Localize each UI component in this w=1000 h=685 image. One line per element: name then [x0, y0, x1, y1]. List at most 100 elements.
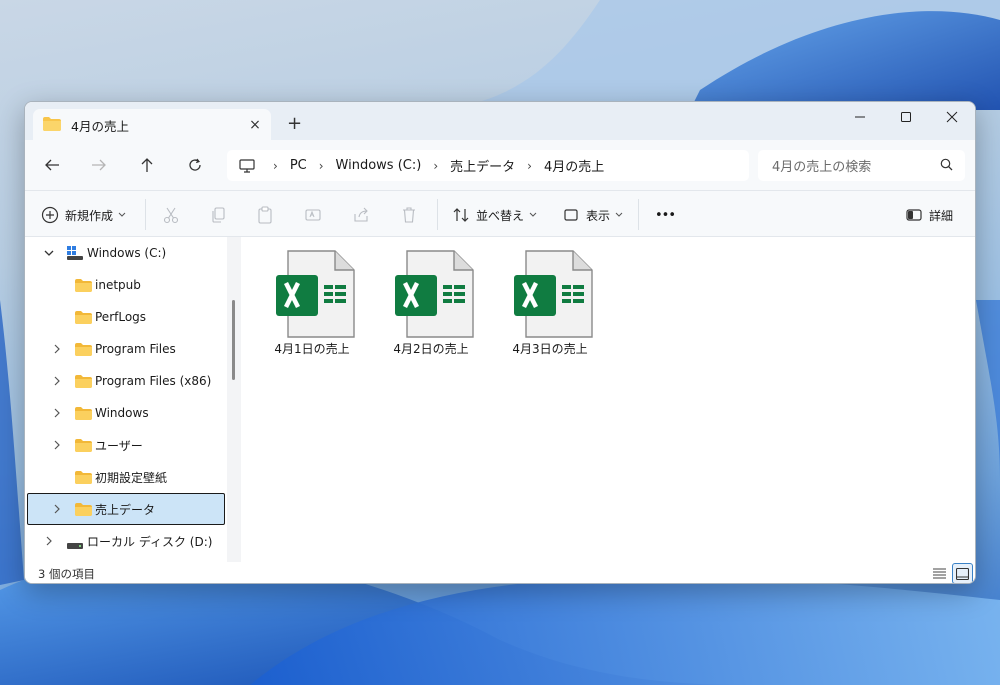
tree-item-default-wallpaper[interactable]: 初期設定壁紙 [27, 461, 225, 493]
file-item[interactable]: 4月2日の売上 [375, 247, 487, 362]
search-input[interactable]: 4月の売上の検索 [758, 150, 965, 181]
tree-item-sales-data[interactable]: 売上データ [27, 493, 225, 525]
forward-arrow-icon [92, 159, 106, 171]
cut-button[interactable] [162, 204, 180, 226]
chevron-right-icon[interactable] [51, 343, 63, 355]
tree-item-inetpub[interactable]: inetpub [27, 269, 225, 301]
folder-icon [75, 375, 92, 391]
toolbar-divider [638, 199, 639, 230]
chevron-right-icon[interactable] [43, 535, 55, 547]
breadcrumb-april-sales[interactable]: 4月の売上 [544, 156, 604, 175]
refresh-button[interactable] [183, 154, 207, 176]
tree-item-windows-c[interactable]: Windows (C:) [27, 237, 225, 269]
share-button[interactable] [352, 204, 370, 226]
chevron-down-icon [118, 212, 126, 217]
address-bar[interactable]: › PC › Windows (C:) › 売上データ › 4月の売上 [227, 150, 749, 181]
copy-icon [212, 207, 225, 223]
tree-item-perflogs[interactable]: PerfLogs [27, 301, 225, 333]
folder-icon [75, 439, 92, 455]
chevron-right-icon[interactable] [51, 407, 63, 419]
rename-button[interactable] [304, 204, 322, 226]
folder-icon [75, 503, 92, 519]
back-button[interactable] [40, 154, 64, 176]
chevron-down-icon [529, 212, 537, 217]
tree-item-label: Program Files (x86) [95, 374, 212, 388]
file-item[interactable]: 4月1日の売上 [256, 247, 368, 362]
tree-item-program-files-x86[interactable]: Program Files (x86) [27, 365, 225, 397]
view-icon [564, 209, 578, 221]
navigation-pane-scrollbar[interactable] [232, 300, 235, 380]
breadcrumb-separator[interactable]: › [273, 159, 278, 173]
folder-icon [75, 471, 92, 487]
breadcrumb-windows-c[interactable]: Windows (C:) [336, 158, 422, 173]
maximize-icon [901, 112, 911, 122]
scissors-icon [163, 207, 179, 224]
large-icons-view-icon [956, 567, 969, 580]
forward-button[interactable] [87, 154, 111, 176]
navigation-bar: › PC › Windows (C:) › 売上データ › 4月の売上 4月の売… [25, 140, 975, 190]
rename-icon [305, 209, 321, 221]
delete-button[interactable] [400, 204, 418, 226]
details-pane-icon [906, 209, 922, 221]
maximize-button[interactable] [883, 102, 929, 132]
large-icons-view-button[interactable] [952, 563, 973, 583]
close-icon [946, 111, 958, 123]
file-item[interactable]: 4月3日の売上 [494, 247, 606, 362]
new-tab-button[interactable]: + [287, 115, 302, 133]
window-controls [837, 102, 975, 132]
breadcrumb-sales-data[interactable]: 売上データ [450, 156, 515, 175]
tree-item-label: inetpub [95, 278, 141, 292]
toolbar-divider [145, 199, 146, 230]
view-button[interactable]: 表示 [562, 204, 623, 226]
file-name: 4月3日の売上 [512, 342, 588, 356]
up-button[interactable] [135, 154, 159, 176]
tab-active[interactable]: 4月の売上 × [33, 109, 271, 141]
breadcrumb-separator[interactable]: › [527, 159, 532, 173]
tree-item-program-files[interactable]: Program Files [27, 333, 225, 365]
excel-file-icon [395, 250, 475, 341]
tree-item-windows[interactable]: Windows [27, 397, 225, 429]
trash-icon [403, 207, 415, 223]
sort-icon [453, 208, 469, 222]
search-icon [940, 158, 953, 175]
details-pane-button[interactable]: 詳細 [905, 204, 953, 226]
file-name: 4月1日の売上 [274, 342, 350, 356]
tab-title: 4月の売上 [71, 118, 129, 134]
excel-file-icon [514, 250, 594, 341]
chevron-down-icon [615, 212, 623, 217]
tab-close-button[interactable]: × [247, 117, 263, 133]
folder-icon [43, 116, 61, 134]
copy-button[interactable] [209, 204, 227, 226]
close-button[interactable] [929, 102, 975, 132]
breadcrumb-separator[interactable]: › [433, 159, 438, 173]
sort-button[interactable]: 並べ替え [452, 204, 537, 226]
details-view-button[interactable] [929, 563, 950, 583]
excel-file-icon [276, 250, 356, 341]
tree-item-label: Program Files [95, 342, 176, 356]
breadcrumb-pc[interactable]: PC [290, 158, 307, 173]
tree-item-label: 初期設定壁紙 [95, 470, 168, 485]
title-bar: 4月の売上 × + [25, 102, 975, 141]
chevron-right-icon[interactable] [51, 503, 63, 515]
up-arrow-icon [141, 158, 153, 172]
new-button[interactable]: 新規作成 [41, 204, 126, 226]
item-count: 3 個の項目 [38, 567, 95, 581]
paste-button[interactable] [256, 204, 274, 226]
tree-item-label: ローカル ディスク (D:) [87, 534, 213, 549]
refresh-icon [189, 158, 201, 171]
chevron-right-icon[interactable] [51, 439, 63, 451]
navigation-pane-scrollbar-track [227, 237, 241, 562]
more-options-button[interactable]: ••• [655, 204, 676, 226]
search-placeholder: 4月の売上の検索 [772, 160, 872, 175]
toolbar-divider [437, 199, 438, 230]
chevron-right-icon[interactable] [51, 375, 63, 387]
tree-item-local-disk-d[interactable]: ローカル ディスク (D:) [27, 525, 225, 557]
windows-drive-icon [67, 246, 83, 263]
drive-icon [67, 538, 83, 552]
minimize-button[interactable] [837, 102, 883, 132]
computer-icon [239, 158, 255, 173]
chevron-down-icon[interactable] [43, 247, 55, 259]
tree-item-users[interactable]: ユーザー [27, 429, 225, 461]
details-pane-label: 詳細 [929, 208, 954, 223]
breadcrumb-separator[interactable]: › [319, 159, 324, 173]
